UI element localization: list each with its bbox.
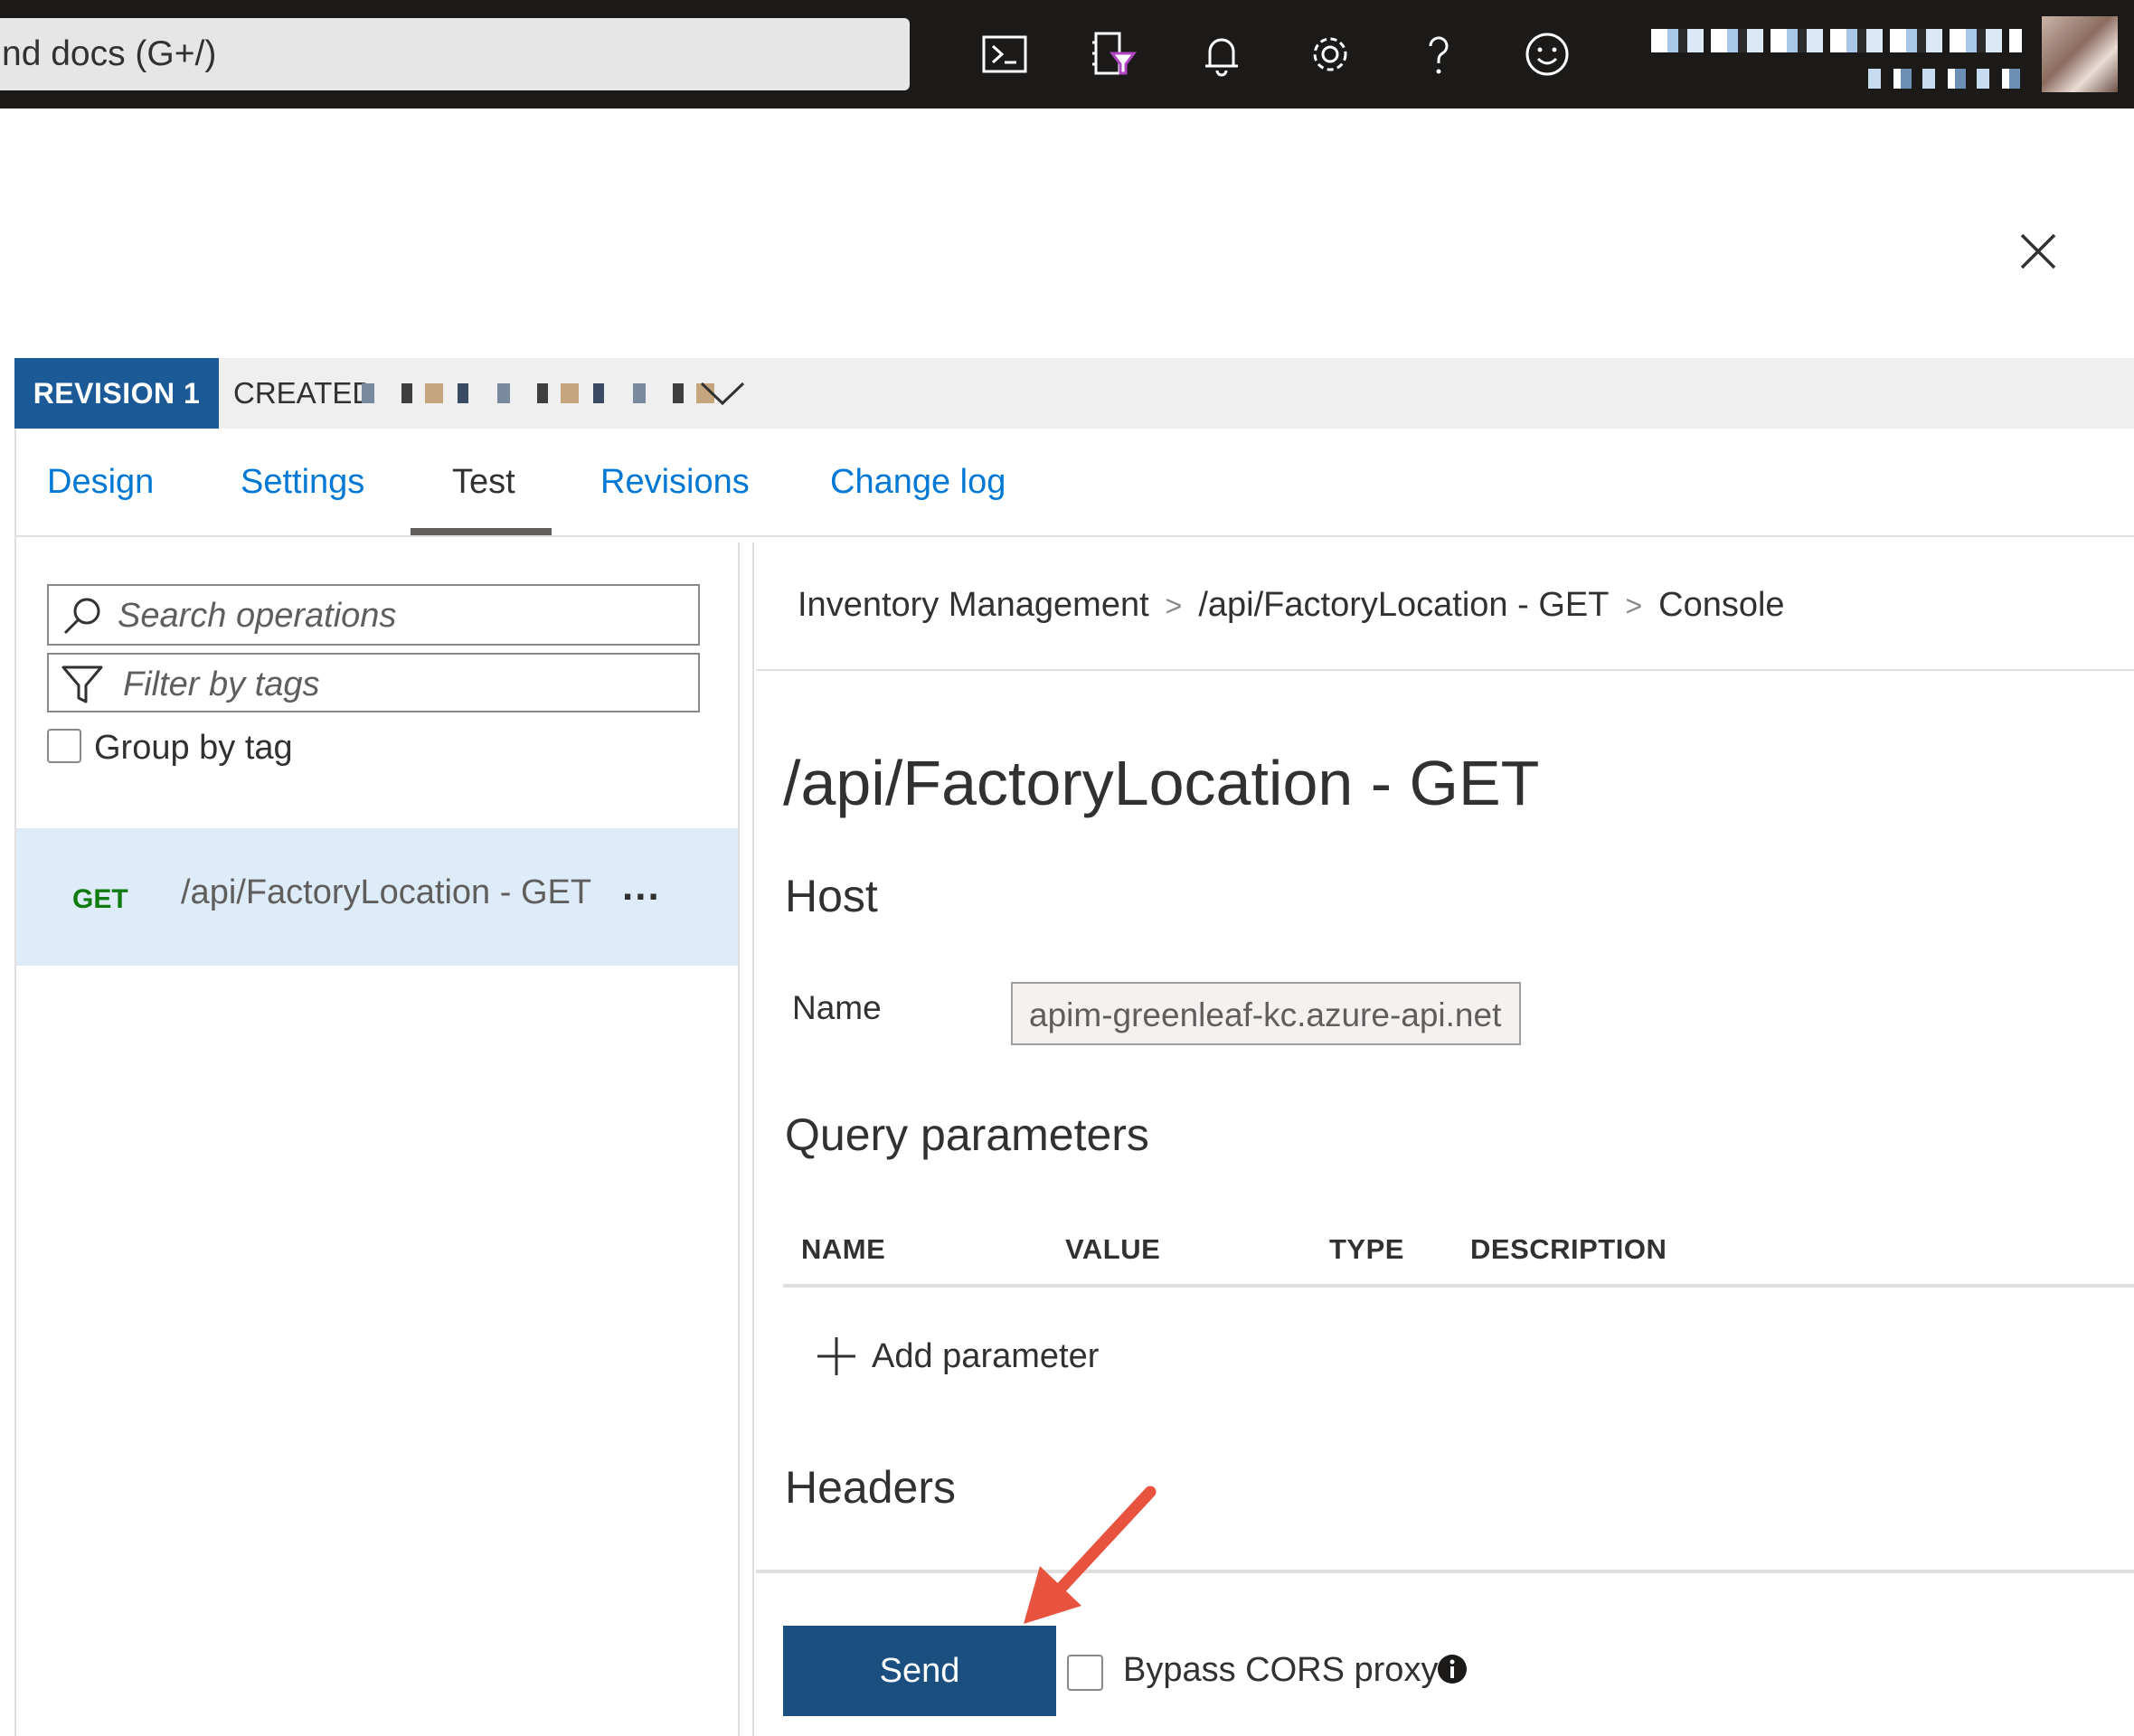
- group-by-tag-label: Group by tag: [94, 729, 293, 767]
- help-icon[interactable]: [1407, 23, 1470, 86]
- top-bar: nd docs (G+/): [0, 0, 2134, 108]
- close-icon[interactable]: [2013, 226, 2063, 277]
- notifications-icon[interactable]: [1190, 23, 1253, 86]
- redacted-directory-name: [1868, 69, 2022, 89]
- directory-filter-icon[interactable]: [1081, 23, 1145, 86]
- feedback-smiley-icon[interactable]: [1516, 23, 1579, 86]
- created-label: CREATED: [233, 376, 374, 410]
- avatar[interactable]: [2042, 16, 2118, 92]
- search-operations-input[interactable]: Search operations: [47, 584, 700, 646]
- chevron-down-icon[interactable]: [698, 378, 747, 409]
- divider: [756, 1570, 2134, 1573]
- breadcrumb-separator: >: [1165, 590, 1183, 622]
- breadcrumb: Inventory Management > /api/FactoryLocatio…: [798, 586, 1785, 625]
- tab-test[interactable]: Test: [452, 463, 515, 502]
- cloud-shell-icon[interactable]: [973, 23, 1036, 86]
- add-parameter-label: Add parameter: [872, 1336, 1100, 1375]
- tab-change-log[interactable]: Change log: [830, 463, 1006, 502]
- host-name-field[interactable]: apim-greenleaf-kc.azure-api.net: [1011, 982, 1521, 1045]
- global-search-text: nd docs (G+/): [2, 34, 217, 73]
- filter-funnel-icon: [61, 665, 103, 703]
- tab-settings[interactable]: Settings: [241, 463, 364, 502]
- breadcrumb-item-api[interactable]: Inventory Management: [798, 586, 1149, 624]
- table-header-divider: [783, 1284, 2134, 1288]
- breadcrumb-item-console: Console: [1658, 586, 1785, 624]
- account-info[interactable]: [1651, 22, 2022, 94]
- host-name-label: Name: [792, 989, 882, 1026]
- headers-heading: Headers: [785, 1462, 956, 1513]
- group-by-tag-checkbox[interactable]: [47, 729, 81, 763]
- panel-splitter[interactable]: [738, 542, 754, 1736]
- query-parameters-heading: Query parameters: [785, 1109, 1149, 1160]
- filter-by-tags-input[interactable]: Filter by tags: [47, 653, 700, 712]
- bypass-cors-label: Bypass CORS proxy: [1123, 1651, 1439, 1689]
- breadcrumb-item-operation[interactable]: /api/FactoryLocation - GET: [1198, 586, 1609, 624]
- breadcrumb-separator: >: [1625, 590, 1643, 622]
- redacted-created-date: [362, 383, 714, 403]
- redacted-account-name: [1651, 29, 2022, 52]
- info-icon[interactable]: [1436, 1653, 1468, 1685]
- settings-gear-icon[interactable]: [1298, 23, 1362, 86]
- column-header-name: NAME: [801, 1233, 886, 1265]
- bypass-cors-checkbox[interactable]: [1067, 1655, 1103, 1691]
- global-search-input[interactable]: nd docs (G+/): [0, 18, 910, 90]
- tab-revisions[interactable]: Revisions: [600, 463, 750, 502]
- add-parameter-button[interactable]: Add parameter: [814, 1331, 1099, 1382]
- operation-row-selected[interactable]: GET /api/FactoryLocation - GET ...: [16, 828, 738, 966]
- panel-border: [14, 429, 16, 1736]
- operation-name: /api/FactoryLocation - GET: [181, 873, 592, 911]
- revision-badge: REVISION 1: [14, 358, 219, 429]
- active-tab-indicator: [411, 528, 552, 535]
- plus-icon: [817, 1337, 855, 1375]
- more-options-icon[interactable]: ...: [622, 864, 661, 910]
- tab-bar: Design Settings Test Revisions Change lo…: [14, 429, 2134, 537]
- search-operations-placeholder: Search operations: [118, 597, 397, 635]
- send-button[interactable]: Send: [783, 1626, 1056, 1716]
- column-header-type: TYPE: [1329, 1233, 1404, 1265]
- tab-design[interactable]: Design: [47, 463, 154, 502]
- revision-bar: REVISION 1 CREATED: [14, 358, 2134, 429]
- operation-method-badge: GET: [72, 884, 128, 914]
- host-name-value: apim-greenleaf-kc.azure-api.net: [1029, 996, 1502, 1033]
- filter-by-tags-placeholder: Filter by tags: [123, 665, 320, 703]
- column-header-value: VALUE: [1065, 1233, 1161, 1265]
- divider: [756, 669, 2134, 671]
- page-title: /api/FactoryLocation - GET: [783, 748, 1540, 818]
- column-header-description: DESCRIPTION: [1470, 1233, 1667, 1265]
- search-icon: [63, 598, 100, 635]
- host-heading: Host: [785, 871, 878, 921]
- annotation-arrow-icon: [1024, 1486, 1157, 1624]
